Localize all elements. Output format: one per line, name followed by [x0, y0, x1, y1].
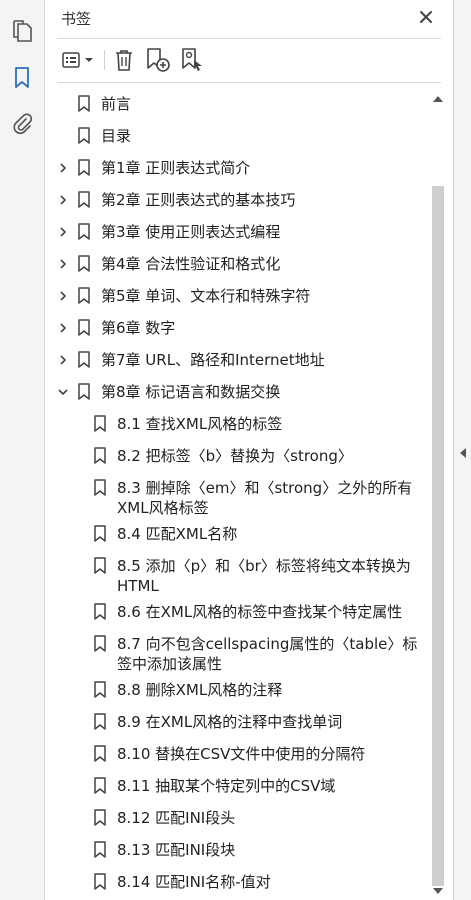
- bookmark-icon[interactable]: [8, 64, 36, 92]
- bookmark-label: 第4章 合法性验证和格式化: [101, 255, 281, 273]
- delete-icon[interactable]: [111, 46, 137, 74]
- bookmark-icon: [94, 603, 106, 620]
- chevron-right-icon[interactable]: [57, 226, 69, 238]
- bookmark-label: 8.7 向不包含cellspacing属性的〈table〉标签中添加该属性: [117, 635, 418, 673]
- bookmark-icon: [94, 447, 106, 464]
- bookmark-label: 8.4 匹配XML名称: [117, 525, 238, 543]
- bookmark-label: 8.5 添加〈p〉和〈br〉标签将纯文本转换为HTML: [117, 557, 411, 595]
- bookmark-label: 8.14 匹配INI名称-值对: [117, 873, 271, 891]
- bookmark-icon: [94, 635, 106, 652]
- bookmark-icon: [94, 841, 106, 858]
- bookmark-label: 第3章 使用正则表达式编程: [101, 223, 281, 241]
- bookmark-icon: [94, 479, 106, 496]
- bookmark-icon: [94, 809, 106, 826]
- bookmark-icon: [94, 525, 106, 542]
- chevron-right-icon[interactable]: [57, 354, 69, 366]
- bookmark-label: 第7章 URL、路径和Internet地址: [101, 351, 325, 369]
- vertical-scrollbar[interactable]: [431, 92, 445, 900]
- scroll-up-arrow-icon[interactable]: [433, 96, 443, 102]
- bookmark-icon: [94, 713, 106, 730]
- bookmark-label: 8.9 在XML风格的注释中查找单词: [117, 713, 343, 731]
- bookmark-label: 目录: [101, 127, 132, 145]
- bookmark-icon: [78, 255, 90, 272]
- panel-header: 书签: [45, 0, 453, 36]
- chevron-right-icon[interactable]: [57, 162, 69, 174]
- bookmark-icon: [78, 95, 90, 112]
- bookmark-label: 第1章 正则表达式简介: [101, 159, 251, 177]
- options-menu-icon[interactable]: [59, 46, 97, 74]
- new-bookmark-from-structure-icon[interactable]: [179, 46, 207, 74]
- chevron-right-icon[interactable]: [57, 322, 69, 334]
- bookmark-icon: [78, 383, 90, 400]
- bookmark-label: 前言: [101, 95, 132, 113]
- bookmark-label: 第5章 单词、文本行和特殊字符: [101, 287, 311, 305]
- chevron-right-icon[interactable]: [57, 258, 69, 270]
- bookmark-label: 8.13 匹配INI段块: [117, 841, 236, 859]
- bookmark-icon: [94, 777, 106, 794]
- bookmark-icon: [94, 681, 106, 698]
- bookmark-icon: [78, 287, 90, 304]
- bookmark-icon: [78, 319, 90, 336]
- new-bookmark-icon[interactable]: [144, 46, 172, 74]
- bookmark-icon: [78, 351, 90, 368]
- bookmarks-panel: 书签 前言 目录 第1章 正则表达式简介 第2章 正则表达式的基本技巧 第3章 …: [45, 0, 453, 900]
- chevron-down-icon[interactable]: [57, 386, 69, 398]
- bookmark-icon: [78, 223, 90, 240]
- bookmark-tree: 前言目录第1章 正则表达式简介第2章 正则表达式的基本技巧 第3章 使用正则表达式…: [45, 92, 429, 900]
- right-collapse-rail: [453, 0, 471, 900]
- bookmark-label: 8.3 删掉除〈em〉和〈strong〉之外的所有XML风格标签: [117, 479, 413, 517]
- header-divider: [57, 38, 441, 39]
- bookmarks-toolbar: [45, 42, 453, 78]
- bookmark-icon: [78, 191, 90, 208]
- bookmark-label: 8.6 在XML风格的标签中查找某个特定属性: [117, 603, 403, 621]
- bookmark-label: 8.1 查找XML风格的标签: [117, 415, 283, 433]
- bookmark-label: 8.8 删除XML风格的注释: [117, 681, 283, 699]
- bookmark-label: 8.10 替换在CSV文件中使用的分隔符: [117, 745, 366, 763]
- toolbar-separator: [104, 50, 105, 70]
- chevron-right-icon[interactable]: [57, 290, 69, 302]
- bookmark-icon: [94, 415, 106, 432]
- bookmark-label: 第2章 正则表达式的基本技巧: [101, 191, 296, 209]
- scrollbar-thumb[interactable]: [432, 186, 444, 886]
- bookmark-label: 8.11 抽取某个特定列中的CSV域: [117, 777, 336, 795]
- chevron-right-icon[interactable]: [57, 194, 69, 206]
- scroll-down-arrow-icon[interactable]: [433, 888, 443, 894]
- bookmark-icon: [94, 745, 106, 762]
- bookmark-label: 8.12 匹配INI段头: [117, 809, 236, 827]
- bookmark-label: 第8章 标记语言和数据交换: [101, 383, 281, 401]
- bookmark-icon: [94, 557, 106, 574]
- bookmark-icon: [78, 159, 90, 176]
- panel-title: 书签: [61, 10, 92, 28]
- bookmark-icon: [94, 873, 106, 890]
- pages-icon[interactable]: [8, 17, 36, 45]
- bookmark-icon: [78, 127, 90, 144]
- close-icon[interactable]: [415, 6, 437, 28]
- attachment-icon[interactable]: [8, 109, 36, 137]
- collapse-panel-icon[interactable]: [460, 448, 466, 458]
- bookmark-label: 第6章 数字: [101, 319, 176, 337]
- bookmark-label: 8.2 把标签〈b〉替换为〈strong〉: [117, 447, 353, 465]
- left-navigation-rail: [0, 0, 45, 900]
- toolbar-divider: [57, 82, 441, 83]
